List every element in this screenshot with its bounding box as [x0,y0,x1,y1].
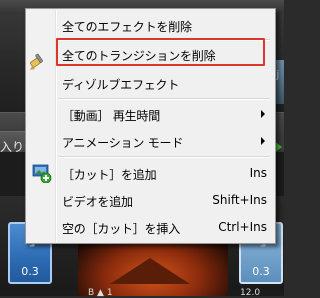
menu-separator [58,98,270,100]
clip-duration: 0.3 [252,265,270,278]
add-clip-icon [32,164,52,183]
photo-caption: B ▲ 1 [88,288,113,298]
menu-item-label: 全てのエフェクトを削除 [62,20,192,34]
mountain-shape [110,258,190,284]
menu-item-label: 空の［カット］を挿入 [62,222,181,236]
menu-item-label: ［カット］を追加 [62,168,157,182]
menu-item-shortcut: Shift+Ins [212,193,267,207]
menu-item-label: アニメーション モード [62,136,184,150]
menu-item-label: ［動画］ 再生時間 [62,109,161,123]
menu-item-label: ディゾルブエフェクト [62,78,180,92]
context-menu: 全てのエフェクトを削除 全てのトランジションを削除 ディゾルブエフェクト ［動画… [25,8,276,244]
submenu-arrow-icon [261,137,265,145]
menu-separator [58,156,270,158]
menu-item-insert-empty-cut[interactable]: 空の［カット］を挿入 Ctrl+Ins [28,216,273,238]
menu-item-dissolve-effect[interactable]: ディゾルブエフェクト [28,72,273,94]
menu-item-add-cut[interactable]: ［カット］を追加 Ins [28,162,273,184]
highlight-box [56,38,265,66]
photo-number: 12.0 [240,288,261,298]
menu-item-delete-all-effects[interactable]: 全てのエフェクトを削除 [28,14,273,36]
clip-duration: 0.3 [21,265,39,278]
menu-item-shortcut: Ctrl+Ins [218,220,267,234]
menu-item-add-video[interactable]: ビデオを追加 Shift+Ins [28,189,273,211]
menu-item-shortcut: Ins [249,166,267,180]
menu-item-animation-mode[interactable]: アニメーション モード [28,130,273,152]
menu-item-video-duration[interactable]: ［動画］ 再生時間 [28,103,273,125]
brush-icon [29,53,43,70]
menu-item-label: ビデオを追加 [62,195,133,209]
submenu-arrow-icon [261,110,265,118]
